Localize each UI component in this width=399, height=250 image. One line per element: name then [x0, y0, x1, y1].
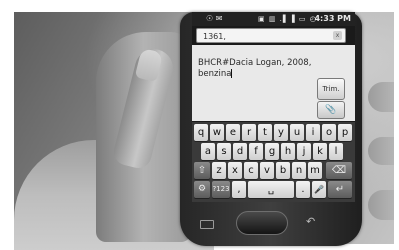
key-r[interactable]: r	[242, 124, 256, 141]
backspace-key-icon[interactable]: ⌫	[326, 162, 352, 179]
key-u[interactable]: u	[290, 124, 304, 141]
key-e[interactable]: e	[226, 124, 240, 141]
home-button[interactable]	[236, 211, 288, 235]
finger	[368, 137, 394, 165]
on-screen-keyboard: q w e r t y u i o p a s d f g h j k l ⇧ …	[192, 122, 355, 202]
text-caret	[231, 69, 233, 78]
shift-key-icon[interactable]: ⇧	[194, 162, 210, 179]
key-g[interactable]: g	[265, 143, 279, 160]
key-c[interactable]: c	[244, 162, 258, 179]
key-n[interactable]: n	[292, 162, 306, 179]
menu-icon[interactable]	[200, 220, 214, 229]
send-button[interactable]: Trim.	[317, 78, 345, 100]
finger	[368, 82, 394, 112]
message-field[interactable]: BHCR#Dacia Logan, 2008, benzina	[198, 58, 312, 80]
key-z[interactable]: z	[212, 162, 226, 179]
settings-key-icon[interactable]: ⚙	[194, 181, 210, 198]
back-icon[interactable]: ↶	[306, 215, 315, 228]
clock: 4:33 PM	[314, 14, 351, 23]
key-l[interactable]: l	[329, 143, 343, 160]
enter-key-icon[interactable]: ↵	[328, 181, 352, 198]
key-f[interactable]: f	[249, 143, 263, 160]
message-line: benzina	[198, 69, 308, 80]
key-d[interactable]: d	[233, 143, 247, 160]
space-key[interactable]: ␣	[248, 181, 294, 198]
attach-icon[interactable]: 📎	[317, 101, 345, 119]
symbols-key[interactable]: ?123	[212, 181, 230, 198]
recipient-value: 1361,	[203, 32, 226, 41]
message-line-text: benzina	[198, 69, 232, 79]
message-line: BHCR#Dacia Logan, 2008,	[198, 58, 312, 68]
key-t[interactable]: t	[258, 124, 272, 141]
key-j[interactable]: j	[297, 143, 311, 160]
key-b[interactable]: b	[276, 162, 290, 179]
recipient-field[interactable]: 1361, x	[196, 28, 346, 43]
key-s[interactable]: s	[217, 143, 231, 160]
key-m[interactable]: m	[308, 162, 322, 179]
key-comma[interactable]: ,	[232, 181, 246, 198]
key-y[interactable]: y	[274, 124, 288, 141]
notification-icons: ☉ ✉	[206, 14, 223, 23]
key-o[interactable]: o	[322, 124, 336, 141]
key-q[interactable]: q	[194, 124, 208, 141]
finger	[368, 190, 394, 220]
status-bar: ☉ ✉ ▣ ▥ .▌▐ ▭ ◴ 4:33 PM	[192, 12, 355, 26]
key-i[interactable]: i	[306, 124, 320, 141]
key-a[interactable]: a	[201, 143, 215, 160]
key-w[interactable]: w	[210, 124, 224, 141]
microphone-key-icon[interactable]: 🎤	[312, 181, 326, 198]
key-v[interactable]: v	[260, 162, 274, 179]
key-h[interactable]: h	[281, 143, 295, 160]
clear-recipient-icon[interactable]: x	[333, 31, 342, 40]
key-p[interactable]: p	[338, 124, 352, 141]
phone-screen: ☉ ✉ ▣ ▥ .▌▐ ▭ ◴ 4:33 PM 1361, x BHCR#Dac…	[192, 12, 355, 202]
key-period[interactable]: .	[296, 181, 310, 198]
signal-battery-icons: ▣ ▥ .▌▐ ▭ ◴	[258, 15, 317, 23]
key-x[interactable]: x	[228, 162, 242, 179]
key-k[interactable]: k	[313, 143, 327, 160]
